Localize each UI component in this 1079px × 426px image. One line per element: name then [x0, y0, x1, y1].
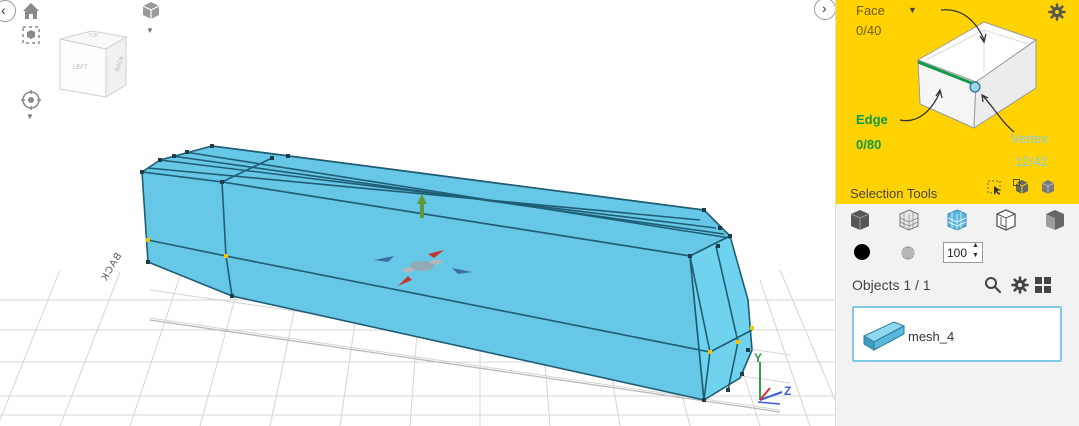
axis-y-label: Y	[754, 351, 763, 365]
axis-triad	[757, 362, 783, 405]
chevron-right-icon: ›	[822, 0, 827, 16]
black-dot-icon[interactable]	[854, 244, 870, 260]
axis-z-label: Z	[784, 384, 792, 398]
xray-shading-icon[interactable]	[994, 208, 1018, 232]
view-cube-face-top[interactable]: TOP	[88, 33, 98, 39]
stepper-down-icon[interactable]: ▼	[972, 252, 979, 259]
object-name[interactable]: mesh_4	[908, 329, 954, 344]
stepper-up-icon[interactable]: ▲	[972, 242, 979, 249]
select-pointer-icon[interactable]	[987, 180, 1003, 196]
size-stepper-value[interactable]: 100	[947, 246, 967, 260]
projection-dropdown-icon[interactable]: ▼	[146, 26, 154, 35]
grid-view-icon[interactable]	[1034, 276, 1052, 294]
side-panel: Face ▼ 0/40 Edge 0/80 Vertex 12/42 Selec…	[835, 0, 1079, 426]
select-object-icon[interactable]	[1040, 179, 1056, 195]
orbit-dropdown-icon[interactable]: ▼	[26, 112, 34, 121]
object-settings-icon[interactable]	[1011, 276, 1029, 294]
search-icon[interactable]	[984, 276, 1002, 294]
object-card-mesh-4[interactable]: mesh_4	[852, 306, 1062, 362]
edge-mode-label[interactable]: Edge	[856, 112, 888, 127]
view-cube-face-left[interactable]: LEFT	[73, 65, 88, 71]
mesh-thumbnail-icon	[862, 321, 906, 351]
vertex-marker	[969, 81, 981, 93]
vertex-count: 12/42	[1015, 154, 1048, 169]
home-icon[interactable]	[21, 1, 41, 21]
projection-cube-icon[interactable]	[140, 0, 162, 22]
solid-shading-icon[interactable]	[848, 208, 872, 232]
pattern-dot-icon[interactable]	[900, 245, 916, 261]
orbit-icon[interactable]	[20, 89, 42, 111]
vertex-mode-label[interactable]: Vertex	[1011, 131, 1048, 146]
view-cube[interactable]: LEFT BACK TOP	[56, 27, 130, 99]
objects-header: Objects 1 / 1	[852, 277, 931, 293]
selection-tools-panel: Face ▼ 0/40 Edge 0/80 Vertex 12/42 Selec…	[836, 0, 1079, 204]
chevron-left-icon: ‹	[1, 2, 6, 18]
wireframe-shading-icon[interactable]	[897, 208, 921, 232]
edge-count: 0/80	[856, 137, 882, 152]
flat-shading-icon[interactable]	[1043, 208, 1067, 232]
selection-tools-title: Selection Tools	[850, 186, 938, 201]
size-stepper[interactable]: 100 ▲ ▼	[943, 242, 983, 263]
select-box-icon[interactable]	[1013, 179, 1031, 195]
shaded-wire-icon[interactable]	[945, 208, 969, 232]
fit-view-icon[interactable]	[21, 25, 41, 45]
3d-viewport[interactable]: BACK Y Z ‹ ▼ ▼ LEFT BACK TOP	[0, 0, 835, 426]
